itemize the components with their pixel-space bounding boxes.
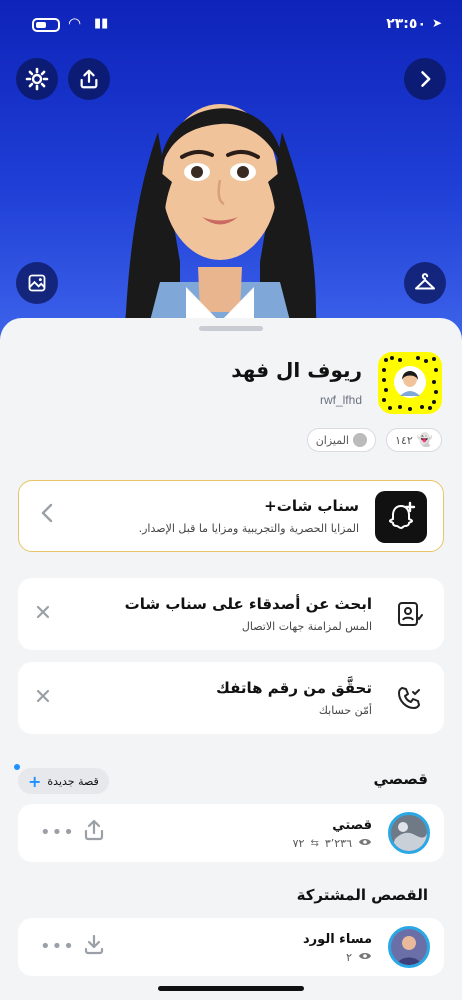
snapcode[interactable] bbox=[378, 352, 442, 414]
verify-phone-title: تحقَّق من رقم هاتفك bbox=[216, 679, 372, 697]
close-icon bbox=[36, 689, 50, 703]
chevron-left-icon bbox=[41, 503, 53, 527]
find-friends-subtitle: المس لمزامنة جهات الاتصال bbox=[241, 620, 372, 633]
my-stories-heading: قصصي bbox=[373, 770, 428, 788]
my-story-title: قصتي bbox=[332, 818, 372, 833]
new-indicator-dot bbox=[14, 764, 20, 770]
hanger-icon bbox=[415, 273, 435, 290]
new-story-button[interactable]: قصة جديدة + bbox=[18, 768, 109, 794]
find-friends-card[interactable]: ابحث عن أصدقاء على سناب شات المس لمزامنة… bbox=[18, 578, 444, 650]
phone-icon bbox=[394, 683, 424, 713]
save-shared-story-button[interactable] bbox=[82, 932, 106, 956]
zodiac-label: الميزان bbox=[315, 433, 349, 447]
upload-icon bbox=[84, 819, 104, 841]
more-icon: ••• bbox=[40, 936, 75, 957]
shared-story-thumbnail bbox=[388, 926, 430, 968]
display-name: ريوف ال فهد bbox=[231, 358, 362, 382]
signal-icon: ▮▮ bbox=[94, 16, 109, 31]
my-story-views: ٣٬٢٣٦ bbox=[324, 837, 352, 850]
download-icon bbox=[84, 934, 104, 955]
shared-stories-heading: القصص المشتركة bbox=[296, 886, 428, 904]
verify-phone-card[interactable]: تحقَّق من رقم هاتفك أمّن حسابك bbox=[18, 662, 444, 734]
dismiss-verify-phone-button[interactable] bbox=[36, 684, 50, 708]
location-arrow-icon: ➤ bbox=[431, 16, 442, 30]
plus-icon: + bbox=[28, 771, 42, 791]
shared-story-row[interactable]: مساء الورد ٢ ••• bbox=[18, 918, 444, 976]
new-story-label: قصة جديدة bbox=[47, 774, 99, 788]
contacts-icon bbox=[394, 599, 424, 629]
back-button[interactable] bbox=[404, 58, 446, 100]
shared-story-stats: ٢ bbox=[346, 951, 372, 964]
status-time: ٢٣:٥٠ bbox=[386, 16, 426, 32]
my-story-screenshots: ٧٢ bbox=[292, 837, 305, 850]
friends-count: ١٤٢ bbox=[395, 433, 413, 447]
snapchat-plus-subtitle: المزايا الحصرية والتجريبية ومزايا ما قبل… bbox=[138, 522, 359, 535]
close-icon bbox=[36, 605, 50, 619]
bitmoji-avatar[interactable] bbox=[120, 62, 320, 340]
back-chevron-icon bbox=[421, 71, 431, 87]
my-story-stats: ٣٬٢٣٦ ⇆ ٧٢ bbox=[293, 837, 372, 850]
snap-plus-icon bbox=[375, 491, 427, 543]
backgrounds-button[interactable] bbox=[16, 262, 58, 304]
screenshot-arrows-icon: ⇆ bbox=[310, 838, 319, 849]
ghost-icon: 👻 bbox=[416, 432, 433, 448]
share-icon bbox=[80, 69, 98, 89]
snapchat-plus-title: سناب شات+ bbox=[264, 497, 359, 515]
eye-icon bbox=[358, 951, 372, 964]
find-friends-title: ابحث عن أصدقاء على سناب شات bbox=[124, 595, 372, 613]
sheet-grabber[interactable] bbox=[199, 326, 263, 331]
share-profile-button[interactable] bbox=[68, 58, 110, 100]
outfit-button[interactable] bbox=[404, 262, 446, 304]
status-bar: ◠ ▮▮ ➤ ٢٣:٥٠ bbox=[0, 14, 462, 38]
home-indicator[interactable] bbox=[158, 986, 304, 991]
settings-icon bbox=[25, 67, 49, 91]
friends-chip[interactable]: 👻 ١٤٢ bbox=[386, 428, 442, 452]
wifi-icon: ◠ bbox=[68, 14, 82, 32]
shared-story-more-button[interactable]: ••• bbox=[40, 936, 75, 957]
settings-button[interactable] bbox=[16, 58, 58, 100]
profile-sheet: ريوف ال فهد rwf_lfhd 👻 ١٤٢ الميزان سناب … bbox=[0, 318, 462, 1000]
my-story-more-button[interactable]: ••• bbox=[40, 822, 75, 843]
my-story-row[interactable]: قصتي ٣٬٢٣٦ ⇆ ٧٢ ••• bbox=[18, 804, 444, 862]
snapchat-plus-card[interactable]: سناب شات+ المزايا الحصرية والتجريبية ومز… bbox=[18, 480, 444, 552]
shared-story-views: ٢ bbox=[346, 951, 352, 964]
more-icon: ••• bbox=[40, 822, 75, 843]
eye-icon bbox=[358, 837, 372, 850]
username: rwf_lfhd bbox=[319, 393, 362, 407]
battery-icon bbox=[32, 18, 60, 32]
snapcode-dots bbox=[382, 356, 438, 411]
zodiac-icon bbox=[353, 433, 367, 447]
profile-hero: ◠ ▮▮ ➤ ٢٣:٥٠ bbox=[0, 0, 462, 340]
shared-story-title: مساء الورد bbox=[303, 932, 372, 947]
my-story-thumbnail bbox=[388, 812, 430, 854]
zodiac-chip[interactable]: الميزان bbox=[306, 428, 376, 452]
dismiss-find-friends-button[interactable] bbox=[36, 600, 50, 624]
image-icon bbox=[28, 274, 46, 292]
verify-phone-subtitle: أمّن حسابك bbox=[318, 704, 372, 717]
export-story-button[interactable] bbox=[82, 818, 106, 842]
